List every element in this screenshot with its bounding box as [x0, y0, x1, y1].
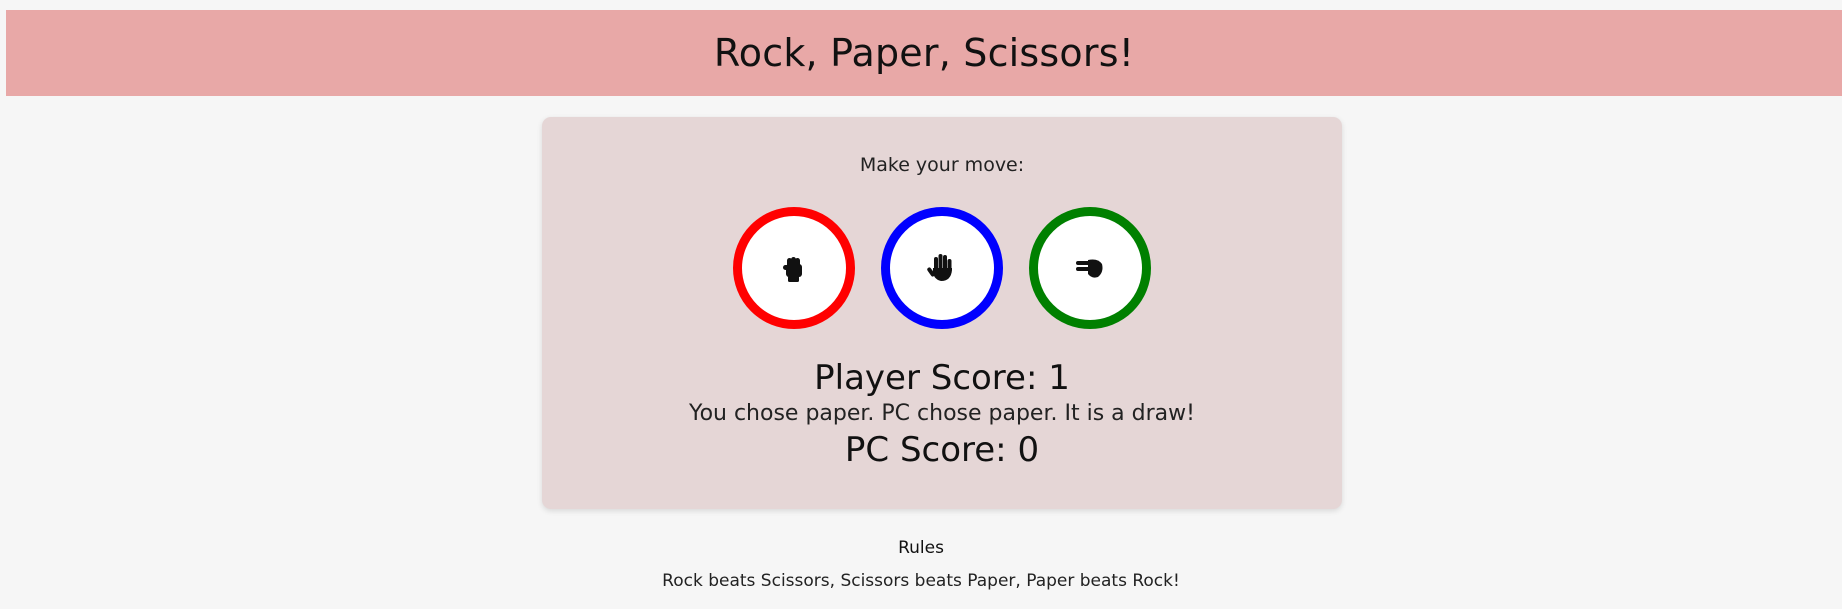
pc-score: PC Score: 0	[844, 430, 1040, 470]
page-title: Rock, Paper, Scissors!	[713, 31, 1135, 75]
fist-icon	[783, 257, 802, 282]
round-result: You chose paper. PC chose paper. It is a…	[689, 401, 1195, 426]
page-header: Rock, Paper, Scissors!	[6, 10, 1842, 96]
choice-buttons	[542, 207, 1342, 329]
rock-button[interactable]	[733, 207, 855, 329]
rules-text: Rock beats Scissors, Scissors beats Pape…	[662, 571, 1180, 591]
player-score: Player Score: 1	[814, 358, 1070, 398]
open-hand-icon	[927, 254, 952, 281]
move-prompt: Make your move:	[859, 154, 1025, 176]
rules-heading: Rules	[898, 538, 944, 558]
scissors-button[interactable]	[1029, 207, 1151, 329]
game-panel: Make your move: Player Score: 1 You chos…	[542, 117, 1342, 509]
paper-button[interactable]	[881, 207, 1003, 329]
scissors-hand-icon	[1076, 259, 1103, 278]
